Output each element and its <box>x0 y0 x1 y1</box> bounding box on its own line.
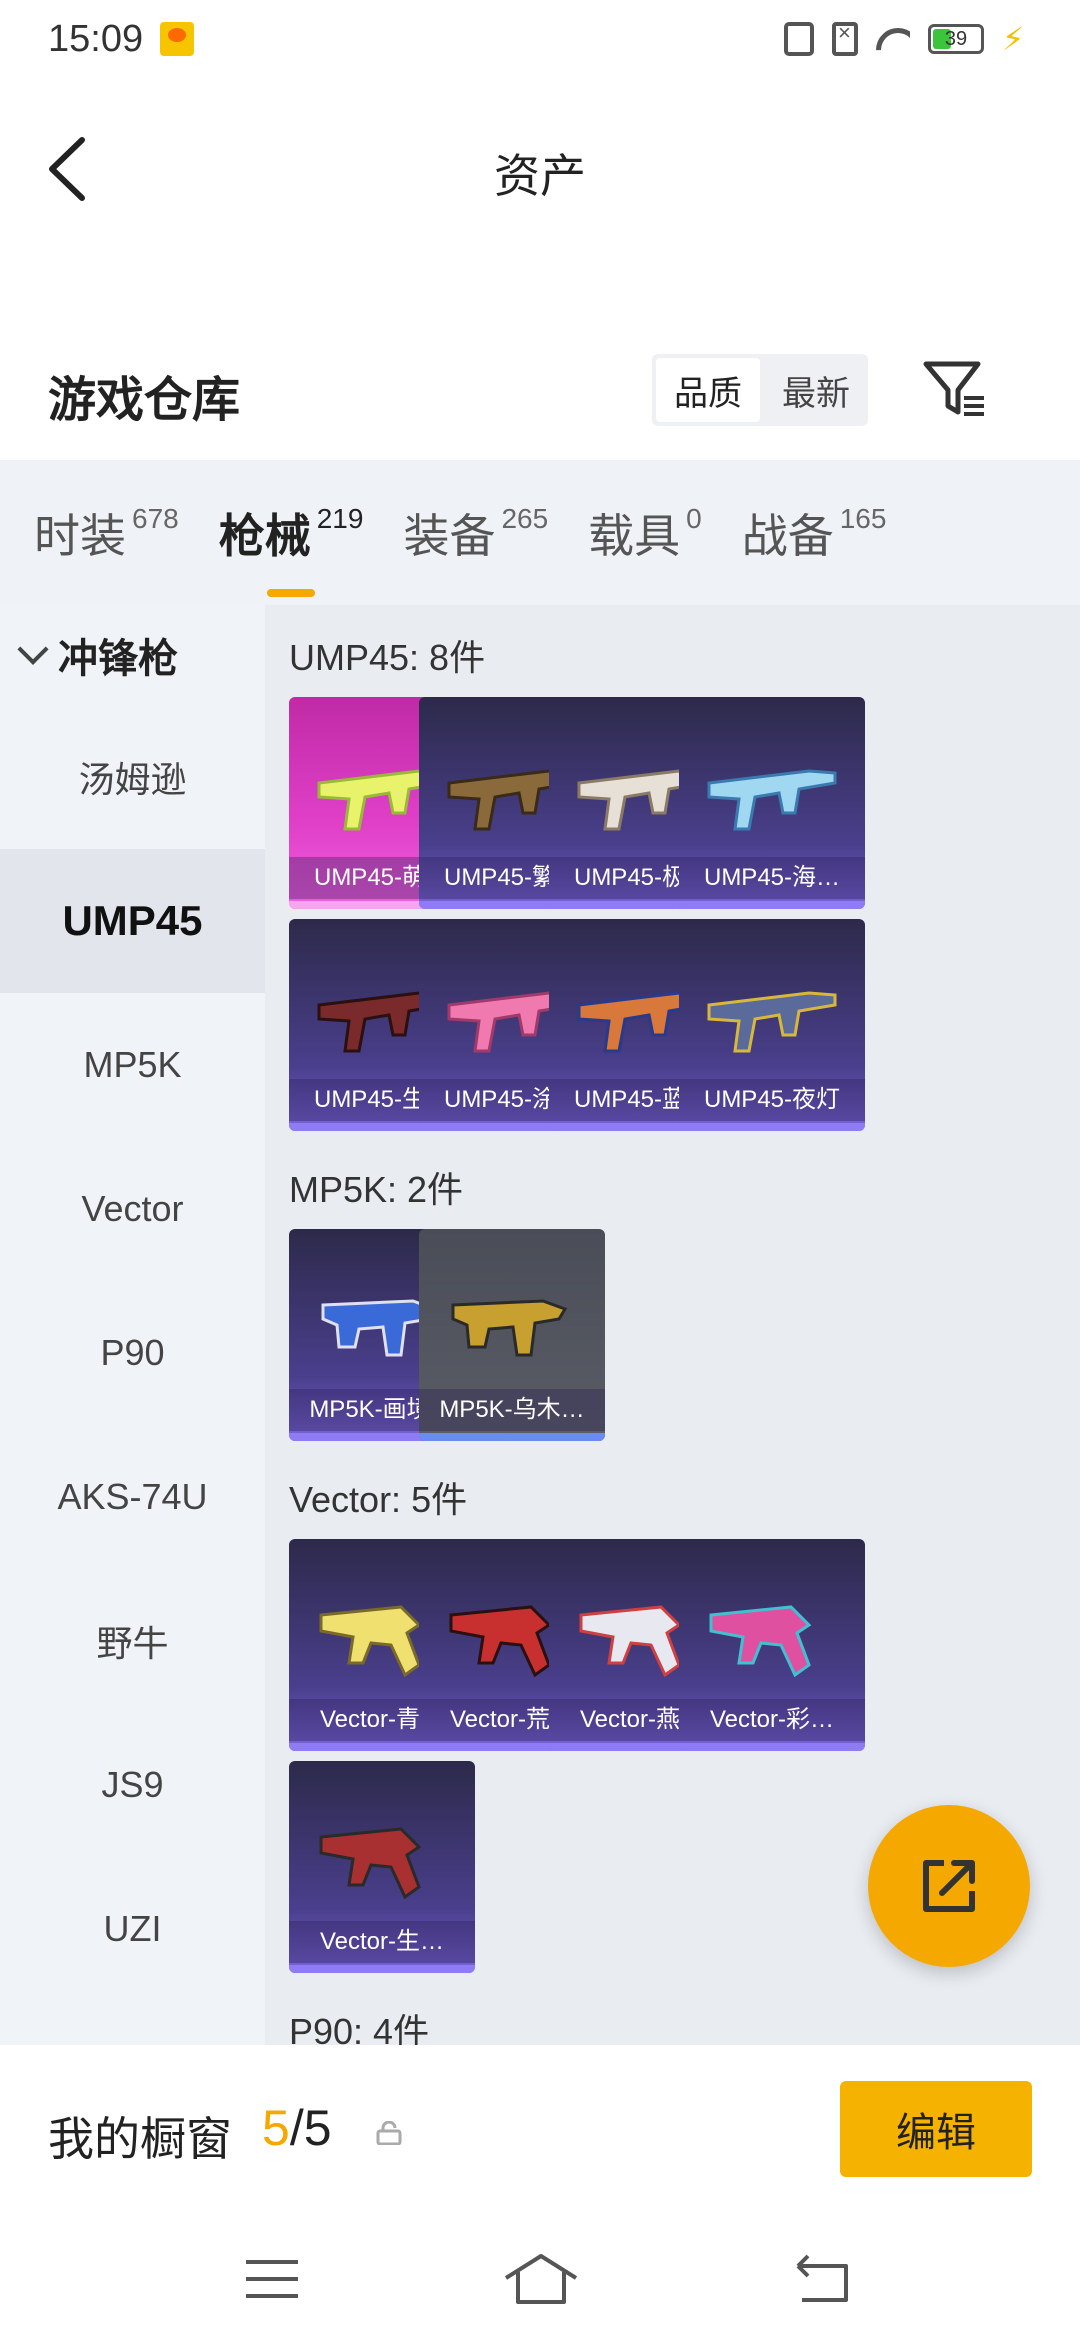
rarity-stripe <box>419 1433 605 1441</box>
tab-label: 装备 <box>403 509 496 562</box>
weapon-type-sidebar: 冲锋枪 汤姆逊 UMP45 MP5K Vector P90 AKS-74U 野牛… <box>0 605 265 2045</box>
rarity-stripe <box>679 1123 865 1131</box>
sidebar-group-smg[interactable]: 冲锋枪 <box>0 605 265 705</box>
weapon-smg-icon <box>451 1299 568 1357</box>
sidebar-item-aks74u[interactable]: AKS-74U <box>0 1425 265 1569</box>
tab-vehicles[interactable]: 载具 0 <box>588 483 708 583</box>
weapon-card[interactable]: MP5K-乌木… <box>419 1229 605 1441</box>
sidebar-item-bizon[interactable]: 野牛 <box>0 1569 265 1713</box>
rarity-stripe <box>679 1743 865 1751</box>
back-icon <box>796 2254 848 2302</box>
weapon-smg-icon <box>707 769 837 831</box>
charging-icon: ⚡ <box>1002 21 1025 57</box>
warehouse-header: 游戏仓库 品质 最新 <box>0 330 1080 450</box>
section-title-vector: Vector: 5件 <box>289 1479 468 1520</box>
battery-level: 39 <box>944 27 968 50</box>
battery-icon: 39 <box>928 24 984 54</box>
tab-count: 265 <box>501 502 549 534</box>
sort-toggle: 品质 最新 <box>652 354 868 426</box>
lock-icon <box>376 2121 402 2145</box>
sidebar-item-uzi[interactable]: UZI <box>0 1857 265 2001</box>
edit-button[interactable]: 编辑 <box>840 2081 1032 2177</box>
weapon-name: Vector-生… <box>289 1921 475 1963</box>
tab-fashion[interactable]: 时装 678 <box>34 483 185 583</box>
sidebar-item-mp5k[interactable]: MP5K <box>0 993 265 1137</box>
tab-count: 678 <box>132 502 179 534</box>
system-nav-bar <box>0 2220 1080 2340</box>
sort-newest-button[interactable]: 最新 <box>764 354 868 426</box>
section-title-ump45: UMP45: 8件 <box>289 637 486 678</box>
tab-count: 165 <box>839 502 887 534</box>
tab-label: 载具 <box>588 509 681 562</box>
weapon-card[interactable]: Vector-生… <box>289 1761 475 1973</box>
category-tabs: 时装 678 枪械 219 装备 265 载具 0 战备 165 <box>0 460 1080 605</box>
weapon-smg-icon <box>707 991 837 1053</box>
section-title-mp5k: MP5K: 2件 <box>289 1169 464 1210</box>
rarity-stripe <box>289 1965 475 1973</box>
nav-back-button[interactable] <box>782 2244 872 2314</box>
tab-label: 战备 <box>741 509 834 562</box>
weapon-card[interactable]: UMP45-夜灯 <box>679 919 865 1131</box>
share-button[interactable] <box>868 1805 1030 1967</box>
weapon-card[interactable]: Vector-彩… <box>679 1539 865 1751</box>
nav-menu-button[interactable] <box>232 2244 322 2314</box>
tab-equipment[interactable]: 装备 265 <box>403 483 554 583</box>
sidebar-item-p90[interactable]: P90 <box>0 1281 265 1425</box>
sidebar-item-js9[interactable]: JS9 <box>0 1713 265 1857</box>
weapon-name: UMP45-夜灯 <box>679 1079 865 1121</box>
sidebar-item-ump45[interactable]: UMP45 <box>0 849 265 993</box>
tab-weapons[interactable]: 枪械 219 <box>218 483 370 597</box>
showcase-separator: / <box>289 2100 304 2156</box>
showcase-total: 5 <box>303 2100 332 2156</box>
weapon-smg-icon <box>709 1605 812 1678</box>
warehouse-title: 游戏仓库 <box>48 374 241 427</box>
status-icons: 39 ⚡ <box>784 20 1032 57</box>
sort-quality-button[interactable]: 品质 <box>656 358 760 422</box>
showcase-label: 我的橱窗 <box>48 2113 232 2165</box>
weapon-name: UMP45-海… <box>679 857 865 899</box>
tab-count: 219 <box>316 502 364 534</box>
wifi-icon <box>876 24 910 54</box>
rarity-stripe <box>679 901 865 909</box>
vibrate-icon <box>784 22 814 56</box>
showcase-count: 5/5 <box>262 2099 332 2157</box>
nav-home-button[interactable] <box>496 2244 586 2314</box>
status-time: 15:09 <box>48 18 144 60</box>
tab-label: 枪械 <box>218 509 311 562</box>
weapon-card[interactable]: UMP45-海… <box>679 697 865 909</box>
page-title: 资产 <box>494 150 586 202</box>
filter-icon <box>923 361 984 416</box>
tab-combat-gear[interactable]: 战备 165 <box>742 483 893 583</box>
showcase-current: 5 <box>262 2100 290 2156</box>
menu-icon <box>246 2260 298 2298</box>
tab-active-indicator <box>266 588 315 597</box>
sidebar-item-thompson[interactable]: 汤姆逊 <box>0 705 265 849</box>
sidebar-group-label: 冲锋枪 <box>58 637 178 681</box>
weapon-name: MP5K-乌木… <box>419 1389 605 1431</box>
tab-count: 0 <box>686 502 702 534</box>
share-icon <box>923 1860 975 1912</box>
top-app-bar: 资产 <box>0 84 1080 254</box>
sim-off-icon <box>832 20 858 56</box>
app-badge-icon <box>160 22 194 56</box>
showcase-bar: 我的橱窗 5/5 编辑 <box>0 2045 1080 2220</box>
tab-label: 时装 <box>34 509 126 562</box>
sidebar-item-vector[interactable]: Vector <box>0 1137 265 1281</box>
home-icon <box>504 2254 578 2304</box>
weapon-name: Vector-彩… <box>679 1699 865 1741</box>
weapon-smg-icon <box>319 1827 422 1900</box>
filter-button[interactable] <box>920 354 990 424</box>
status-bar: 15:09 39 ⚡ <box>0 0 1080 84</box>
chevron-down-icon <box>17 633 49 665</box>
